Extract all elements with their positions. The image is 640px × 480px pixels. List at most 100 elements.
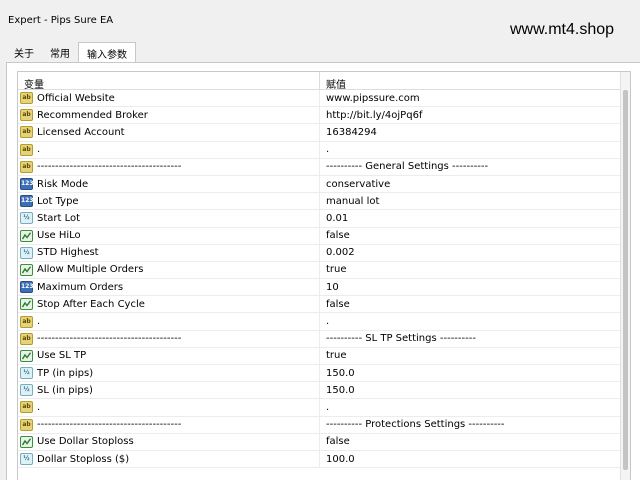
value-cell[interactable]: 16384294 (320, 127, 622, 138)
column-header-value[interactable]: 赋值 (320, 72, 630, 91)
table-row[interactable]: ab Official Website www.pipssure.com (18, 90, 622, 108)
variable-name: ---------------------------------------- (37, 333, 182, 345)
variable-cell: Allow Multiple Orders (18, 261, 320, 279)
value-cell[interactable]: conservative (320, 179, 622, 190)
inputs-panel: 变量 赋值 ab Official Website www.pipssure.com… (6, 62, 640, 480)
double-type-icon: ½ (20, 367, 33, 380)
integer-type-icon: 123 (20, 281, 34, 294)
string-type-icon: ab (20, 126, 33, 139)
table-row[interactable]: 123 Maximum Orders 10 (18, 279, 622, 297)
table-header: 变量 赋值 (18, 72, 630, 91)
tab-inputs[interactable]: 输入参数 (78, 42, 136, 63)
value-cell[interactable]: 150.0 (320, 385, 622, 396)
variable-name: Maximum Orders (37, 281, 124, 293)
table-row[interactable]: ab --------------------------------------… (18, 416, 622, 434)
variable-cell: Use Dollar Stoploss (18, 433, 320, 450)
value-cell[interactable]: ---------- Protections Settings --------… (320, 419, 622, 430)
value-cell[interactable]: www.pipssure.com (320, 93, 622, 104)
integer-type-icon: 123 (20, 178, 34, 191)
value-cell[interactable]: false (320, 299, 622, 310)
table-row[interactable]: ½ TP (in pips) 150.0 (18, 365, 622, 383)
variable-name: Use HiLo (37, 230, 81, 242)
string-type-icon: ab (20, 143, 33, 156)
variable-name: Stop After Each Cycle (37, 298, 145, 310)
table-row[interactable]: Allow Multiple Orders true (18, 261, 622, 280)
variable-name: ---------------------------------------- (37, 419, 182, 431)
scrollbar-thumb[interactable] (623, 90, 628, 470)
value-cell[interactable]: 10 (320, 282, 622, 293)
value-cell[interactable]: ---------- General Settings ---------- (320, 161, 622, 172)
table-row[interactable]: Use Dollar Stoploss false (18, 433, 622, 451)
value-cell[interactable]: manual lot (320, 196, 622, 207)
variable-cell: ab. (18, 313, 320, 330)
table-rows: ab Official Website www.pipssure.com ab Reco… (18, 90, 622, 469)
string-type-icon: ab (20, 160, 33, 173)
table-row[interactable]: Stop After Each Cycle false (18, 296, 622, 314)
variable-name: Use SL TP (37, 350, 87, 362)
variable-cell: ab Licensed Account (18, 124, 320, 141)
table-row[interactable]: ab --------------------------------------… (18, 330, 622, 348)
tab-common[interactable]: 常用 (42, 42, 78, 62)
value-cell[interactable]: false (320, 230, 622, 241)
table-row[interactable]: ½ STD Highest 0.002 (18, 244, 622, 262)
string-type-icon: ab (20, 92, 33, 105)
value-cell[interactable]: . (320, 144, 622, 155)
table-row[interactable]: Use HiLo false (18, 227, 622, 245)
value-cell[interactable]: ---------- SL TP Settings ---------- (320, 333, 622, 344)
variable-name: Start Lot (37, 212, 81, 224)
table-row[interactable]: ab --------------------------------------… (18, 158, 622, 176)
table-row[interactable]: ab.. (18, 313, 622, 331)
boolean-type-icon (20, 435, 33, 448)
table-row[interactable]: ab Recommended Broker http://bit.ly/4ojPq6… (18, 107, 622, 125)
value-cell[interactable]: 0.01 (320, 213, 622, 224)
variable-cell: Stop After Each Cycle (18, 296, 320, 313)
variable-cell: ½ Dollar Stoploss ($) (18, 450, 320, 468)
variable-cell: ab --------------------------------------… (18, 330, 320, 347)
table-row[interactable]: ab.. (18, 141, 622, 159)
variable-name: . (37, 144, 41, 156)
value-cell[interactable]: . (320, 316, 622, 327)
column-header-variable[interactable]: 变量 (18, 72, 320, 91)
double-type-icon: ½ (20, 246, 33, 259)
vertical-scrollbar[interactable] (620, 72, 630, 480)
value-cell[interactable]: false (320, 436, 622, 447)
table-row[interactable]: ½ Dollar Stoploss ($) 100.0 (18, 450, 622, 469)
value-cell[interactable]: true (320, 264, 622, 275)
window-title: Expert - Pips Sure EA (8, 15, 114, 26)
value-cell[interactable]: 100.0 (320, 454, 622, 465)
boolean-type-icon (20, 263, 33, 276)
tab-about[interactable]: 关于 (6, 42, 42, 62)
table-row[interactable]: ab.. (18, 399, 622, 417)
table-row[interactable]: ½ Start Lot 0.01 (18, 210, 622, 228)
value-cell[interactable]: true (320, 350, 622, 361)
variable-name: SL (in pips) (37, 384, 93, 396)
table-row[interactable]: ½ SL (in pips) 150.0 (18, 382, 622, 400)
variable-cell: 123 Lot Type (18, 193, 320, 210)
variable-cell: Use SL TP (18, 347, 320, 364)
title-bar: Expert - Pips Sure EA www.mt4.shop (0, 0, 640, 40)
variable-cell: ab. (18, 399, 320, 416)
variable-cell: 123 Maximum Orders (18, 279, 320, 296)
table-row[interactable]: Use SL TP true (18, 347, 622, 365)
variable-cell: ½ SL (in pips) (18, 382, 320, 399)
value-cell[interactable]: http://bit.ly/4ojPq6f (320, 110, 622, 121)
double-type-icon: ½ (20, 212, 33, 225)
variable-name: STD Highest (37, 247, 99, 259)
integer-type-icon: 123 (20, 195, 34, 208)
variable-name: . (37, 316, 41, 328)
variable-name: TP (in pips) (37, 367, 94, 379)
variable-name: ---------------------------------------- (37, 161, 182, 173)
variable-cell: 123 Risk Mode (18, 175, 320, 193)
variable-name: Risk Mode (37, 178, 89, 190)
watermark-text: www.mt4.shop (510, 21, 615, 38)
value-cell[interactable]: 0.002 (320, 247, 622, 258)
variable-cell: ½ STD Highest (18, 244, 320, 261)
table-row[interactable]: 123 Lot Type manual lot (18, 193, 622, 211)
value-cell[interactable]: . (320, 402, 622, 413)
variable-cell: ab Official Website (18, 90, 320, 107)
value-cell[interactable]: 150.0 (320, 368, 622, 379)
string-type-icon: ab (20, 418, 33, 431)
table-row[interactable]: 123 Risk Mode conservative (18, 175, 622, 194)
table-row[interactable]: ab Licensed Account 16384294 (18, 124, 622, 142)
string-type-icon: ab (20, 332, 33, 345)
